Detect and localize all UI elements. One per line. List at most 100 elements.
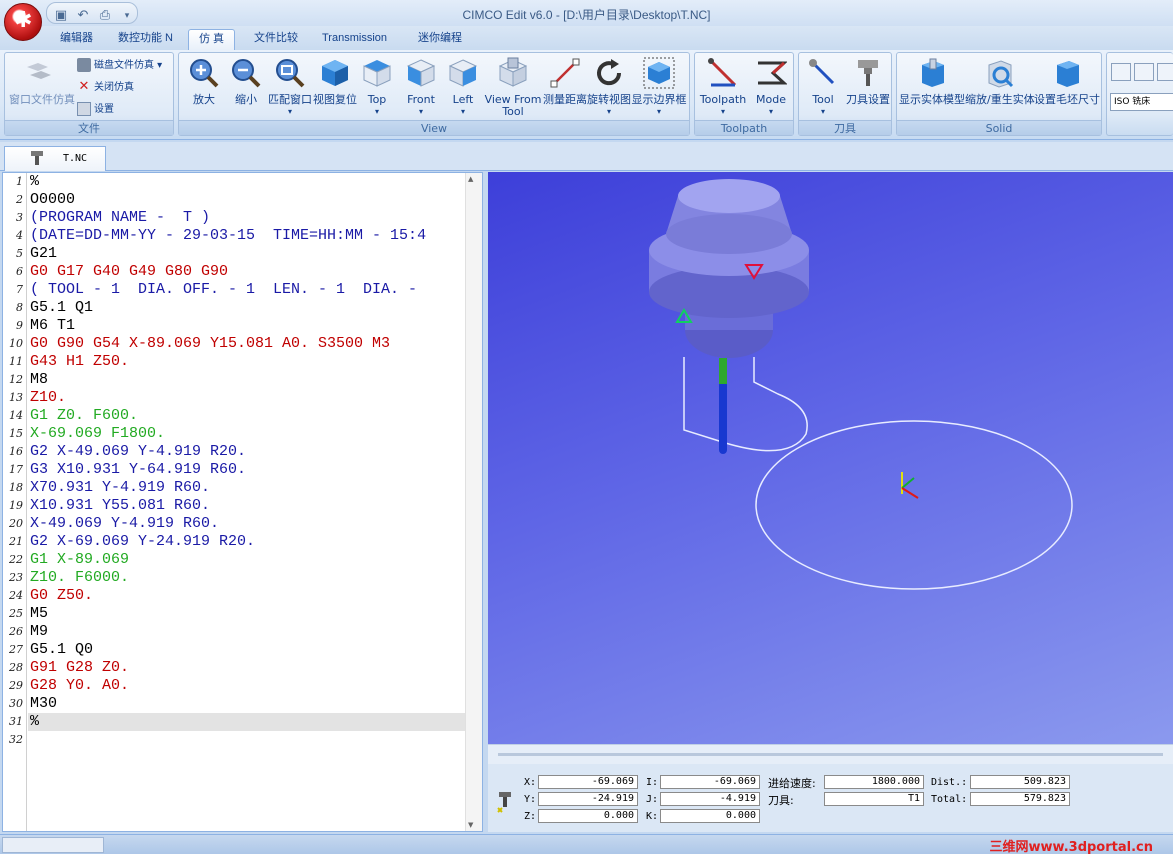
- editor-vertical-scrollbar[interactable]: ▲ ▼: [465, 173, 482, 831]
- line-number: 3: [16, 211, 23, 224]
- code-line[interactable]: G5.1 Q1: [30, 299, 468, 317]
- code-line[interactable]: G21: [30, 245, 468, 263]
- tool-value: T1: [824, 792, 924, 806]
- code-line[interactable]: G43 H1 Z50.: [30, 353, 468, 371]
- total-label: Total:: [931, 794, 968, 805]
- code-editor[interactable]: 1 2 3 4 5 6 7 8 9 10 11 12 13 14 15 16 17 18 19 20 21 22 23 24 2…: [2, 172, 483, 832]
- line-number: 7: [16, 283, 23, 296]
- front-view-button[interactable]: Front ▾: [399, 57, 443, 118]
- disk-sim-icon: [77, 58, 91, 72]
- code-line[interactable]: X-49.069 Y-4.919 R60.: [30, 515, 468, 533]
- view-reset-button[interactable]: 视图复位: [313, 57, 357, 106]
- code-line[interactable]: M5: [30, 605, 468, 623]
- code-line[interactable]: M6 T1: [30, 317, 468, 335]
- code-line[interactable]: ( TOOL - 1 DIA. OFF. - 1 LEN. - 1 DIA. -: [30, 281, 468, 299]
- toolpath-circle: [755, 420, 1073, 590]
- show-bounding-box-button[interactable]: 显示边界框 ▾: [631, 57, 687, 118]
- zoom-out-icon: [232, 59, 261, 88]
- zoom-in-button[interactable]: 放大: [183, 57, 225, 106]
- code-line[interactable]: %: [30, 173, 468, 191]
- code-line[interactable]: Z10. F6000.: [30, 569, 468, 587]
- i-value: -69.069: [660, 775, 760, 789]
- line-number: 19: [9, 499, 23, 512]
- code-line[interactable]: G3 X10.931 Y-64.919 R60.: [30, 461, 468, 479]
- machine-group: ISO 铣床: [1106, 52, 1173, 136]
- line-number: 24: [9, 589, 23, 602]
- line-number: 27: [9, 643, 23, 656]
- show-solid-model-button[interactable]: 显示实体模型: [899, 57, 965, 106]
- tab-transmission[interactable]: Transmission: [312, 29, 397, 50]
- code-line[interactable]: M30: [30, 695, 468, 713]
- code-line[interactable]: M9: [30, 623, 468, 641]
- code-line[interactable]: (PROGRAM NAME - T ): [30, 209, 468, 227]
- code-line[interactable]: X-69.069 F1800.: [30, 425, 468, 443]
- code-line[interactable]: Z10.: [30, 389, 468, 407]
- application-menu-button[interactable]: [4, 3, 42, 41]
- code-line[interactable]: G1 Z0. F600.: [30, 407, 468, 425]
- tab-file-compare[interactable]: 文件比较: [244, 29, 308, 50]
- disk-file-sim-button[interactable]: 磁盘文件仿真 ▾: [77, 57, 162, 75]
- view-from-tool-button[interactable]: View From Tool: [483, 57, 543, 118]
- code-line[interactable]: [30, 731, 468, 749]
- fit-window-button[interactable]: 匹配窗口 ▾: [267, 57, 313, 118]
- tool-button[interactable]: Tool ▾: [801, 57, 845, 118]
- zoom-regenerate-solid-button[interactable]: 缩放/重生实体: [965, 57, 1035, 106]
- machine-type-select[interactable]: ISO 铣床: [1110, 93, 1173, 111]
- code-line[interactable]: G2 X-49.069 Y-4.919 R20.: [30, 443, 468, 461]
- window-file-sim-button[interactable]: 窗口文件仿真: [9, 57, 75, 106]
- measure-distance-button[interactable]: 测量距离: [543, 57, 587, 106]
- line-number: 26: [9, 625, 23, 638]
- settings-button[interactable]: 设置: [77, 101, 114, 119]
- code-line[interactable]: X70.931 Y-4.919 R60.: [30, 479, 468, 497]
- viewport-progress-bar[interactable]: [488, 744, 1173, 764]
- feed-value: 1800.000: [824, 775, 924, 789]
- tab-simulation[interactable]: 仿 真: [188, 29, 236, 50]
- tab-mini-programming[interactable]: 迷你编程: [408, 29, 472, 50]
- tab-editor[interactable]: 编辑器: [50, 29, 103, 50]
- code-line[interactable]: O0000: [30, 191, 468, 209]
- front-view-cube-icon: [406, 59, 436, 87]
- rotate-view-button[interactable]: 旋转视图 ▾: [587, 57, 631, 118]
- tool-settings-button[interactable]: 刀具设置: [845, 57, 891, 106]
- code-line[interactable]: G5.1 Q0: [30, 641, 468, 659]
- simulation-viewport[interactable]: [488, 172, 1173, 744]
- toolpath-button[interactable]: Toolpath ▾: [697, 57, 749, 118]
- tab-nc-functions[interactable]: 数控功能 N: [108, 29, 183, 50]
- code-line[interactable]: G0 G90 G54 X-89.069 Y15.081 A0. S3500 M3: [30, 335, 468, 353]
- code-line[interactable]: G0 Z50.: [30, 587, 468, 605]
- zoom-out-button[interactable]: 缩小: [225, 57, 267, 106]
- code-line[interactable]: (DATE=DD-MM-YY - 29-03-15 TIME=HH:MM - 1…: [30, 227, 468, 245]
- machine-icon-3[interactable]: [1157, 63, 1173, 81]
- code-line[interactable]: G28 Y0. A0.: [30, 677, 468, 695]
- document-tab[interactable]: T.NC: [4, 146, 106, 171]
- code-line[interactable]: G0 G17 G40 G49 G80 G90: [30, 263, 468, 281]
- file-group: 窗口文件仿真 磁盘文件仿真 ▾ ✕ 关闭仿真 设置 文件: [4, 52, 174, 136]
- set-stock-size-button[interactable]: 设置毛坯尺寸: [1033, 57, 1101, 106]
- fit-window-icon: [276, 59, 305, 88]
- toolpath-lead: [683, 357, 808, 452]
- code-line[interactable]: M8: [30, 371, 468, 389]
- close-sim-button[interactable]: ✕ 关闭仿真: [77, 79, 134, 97]
- code-line[interactable]: %: [30, 713, 468, 731]
- left-view-button[interactable]: Left ▾: [443, 57, 483, 118]
- machine-icon-2[interactable]: [1134, 63, 1154, 81]
- solid-group-label: Solid: [897, 120, 1101, 135]
- top-view-button[interactable]: Top ▾: [357, 57, 397, 118]
- mode-button[interactable]: Mode ▾: [749, 57, 793, 118]
- scroll-up-icon[interactable]: ▲: [468, 175, 473, 183]
- code-line[interactable]: G1 X-89.069: [30, 551, 468, 569]
- line-number: 15: [9, 427, 23, 440]
- machine-icon-1[interactable]: [1111, 63, 1131, 81]
- z-label: Z:: [524, 811, 537, 822]
- line-number: 5: [16, 247, 23, 260]
- code-line[interactable]: G2 X-69.069 Y-24.919 R20.: [30, 533, 468, 551]
- code-line[interactable]: X10.931 Y55.081 R60.: [30, 497, 468, 515]
- toolpath-icon: [708, 58, 737, 87]
- line-number: 2: [16, 193, 23, 206]
- line-number: 13: [9, 391, 23, 404]
- bottom-panel-tab[interactable]: [2, 837, 104, 853]
- code-line[interactable]: G91 G28 Z0.: [30, 659, 468, 677]
- k-value: 0.000: [660, 809, 760, 823]
- scroll-down-icon[interactable]: ▼: [468, 821, 473, 829]
- tool-icon: [809, 59, 835, 85]
